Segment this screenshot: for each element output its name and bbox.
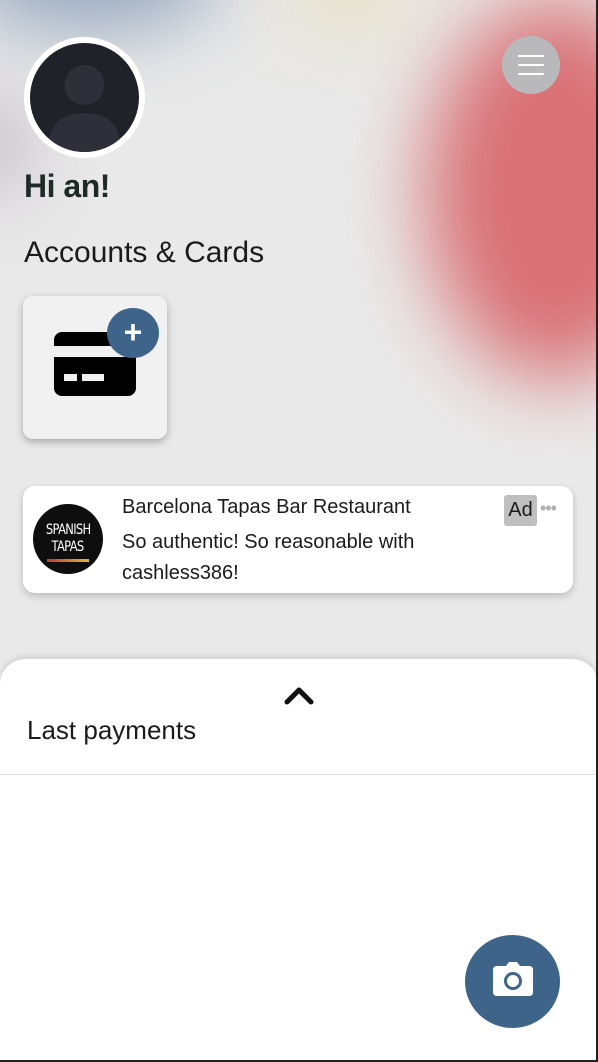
user-silhouette-icon [30, 43, 139, 152]
last-payments-title: Last payments [27, 715, 197, 745]
menu-line [518, 73, 544, 75]
divider [0, 774, 596, 775]
logo-stripe [47, 559, 89, 562]
accounts-section-title: Accounts & Cards [24, 236, 265, 269]
app-screen: Hi an! Accounts & Cards + SPANISH TAPAS … [0, 0, 598, 1062]
menu-line [518, 55, 544, 57]
logo-text-line1: SPANISH [45, 522, 91, 538]
background-blob-purple [0, 100, 20, 190]
ad-description: So authentic! So reasonable with cashles… [122, 531, 415, 584]
background-blob-yellow [290, 0, 410, 12]
ad-badge: Ad [504, 495, 537, 526]
restaurant-logo: SPANISH TAPAS [33, 504, 103, 574]
add-card-button[interactable]: + [23, 296, 167, 439]
greeting-text: Hi an! [24, 168, 110, 204]
background-blob-blue [0, 0, 220, 30]
camera-button[interactable] [465, 935, 560, 1028]
camera-icon [492, 962, 533, 1001]
chevron-up-icon[interactable] [284, 685, 314, 710]
logo-text-line2: TAPAS [51, 539, 85, 555]
add-icon: + [107, 308, 159, 358]
ad-title: Barcelona Tapas Bar Restaurant [122, 496, 411, 518]
ad-banner[interactable]: SPANISH TAPAS Barcelona Tapas Bar Restau… [23, 486, 573, 593]
hamburger-menu-icon[interactable] [502, 36, 560, 94]
menu-line [518, 64, 544, 66]
avatar[interactable] [24, 37, 145, 158]
more-options-icon[interactable]: ••• [540, 498, 557, 519]
